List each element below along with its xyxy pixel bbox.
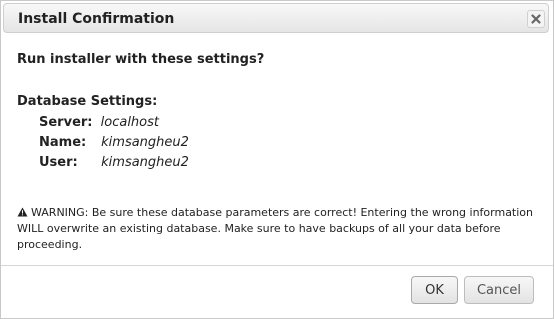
user-value: kimsangheu2 [101,155,189,170]
name-label: Name: [39,135,87,150]
dialog-footer: OK Cancel [1,265,553,319]
close-icon [531,14,541,24]
warning-message: WARNING: Be sure these database paramete… [17,205,539,253]
name-value: kimsangheu2 [101,135,189,150]
confirmation-question: Run installer with these settings? [17,52,265,67]
server-value: localhost [100,115,159,130]
close-button[interactable] [527,10,545,28]
user-label: User: [39,155,78,170]
database-settings-list: Server: localhost Name: kimsangheu2 User… [39,113,537,173]
database-settings-heading: Database Settings: [17,94,158,109]
warning-icon [17,207,28,217]
dialog-content: Run installer with these settings? Datab… [17,51,537,173]
install-confirmation-dialog: Install Confirmation Run installer with … [0,0,554,319]
server-label: Server: [39,115,93,130]
ok-button[interactable]: OK [411,276,458,304]
dialog-titlebar[interactable]: Install Confirmation [3,3,549,33]
cancel-button[interactable]: Cancel [464,276,534,304]
dialog-title: Install Confirmation [18,11,175,27]
name-row: Name: kimsangheu2 [39,133,537,153]
warning-text: WARNING: Be sure these database paramete… [17,206,534,251]
server-row: Server: localhost [39,113,537,133]
user-row: User: kimsangheu2 [39,153,537,173]
